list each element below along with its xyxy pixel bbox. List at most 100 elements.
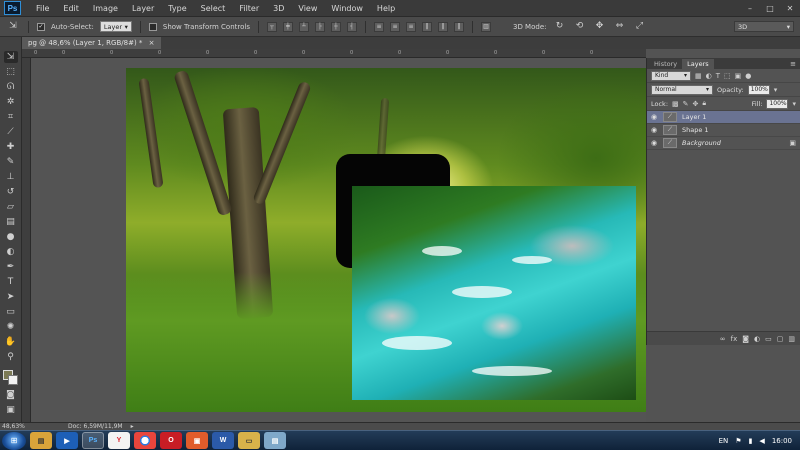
distribute-top-icon[interactable]: ≡ xyxy=(373,21,384,32)
distribute-right-icon[interactable]: ‖ xyxy=(453,21,464,32)
document-canvas[interactable] xyxy=(126,68,646,412)
add-mask-icon[interactable]: ◙ xyxy=(742,335,749,343)
color-swatches[interactable] xyxy=(2,370,19,386)
marquee-tool-icon[interactable]: ⬚ xyxy=(4,66,18,78)
lock-all-icon[interactable]: 🔒︎ xyxy=(702,99,706,108)
path-selection-tool-icon[interactable]: ➤ xyxy=(4,291,18,303)
eyedropper-tool-icon[interactable]: ⟋ xyxy=(4,126,18,138)
tab-layers[interactable]: Layers xyxy=(682,59,714,69)
photoshop-taskbar-icon[interactable]: Ps xyxy=(82,432,104,449)
auto-select-dropdown[interactable]: Layer ▾ xyxy=(99,21,132,32)
visibility-eye-icon[interactable]: ◉ xyxy=(649,113,659,121)
menu-layer[interactable]: Layer xyxy=(125,0,161,17)
zoom-level[interactable]: 48,63% xyxy=(0,423,28,430)
visibility-eye-icon[interactable]: ◉ xyxy=(649,139,659,147)
menu-help[interactable]: Help xyxy=(370,0,402,17)
clock[interactable]: 16:00 xyxy=(772,437,792,445)
distribute-bottom-icon[interactable]: ≡ xyxy=(405,21,416,32)
align-left-icon[interactable]: ├ xyxy=(314,21,325,32)
workspace-dropdown[interactable]: 3D ▾ xyxy=(734,21,794,32)
distribute-left-icon[interactable]: ‖ xyxy=(421,21,432,32)
filter-adjustment-icon[interactable]: ◐ xyxy=(706,72,712,80)
screen-mode-icon[interactable]: ▣ xyxy=(4,404,18,416)
filter-type-icon[interactable]: T xyxy=(716,72,720,80)
explorer-icon[interactable]: ▤ xyxy=(30,432,52,449)
media-player-icon[interactable]: ▶ xyxy=(56,432,78,449)
new-group-icon[interactable]: ▭ xyxy=(765,335,772,343)
menu-image[interactable]: Image xyxy=(86,0,125,17)
vertical-ruler[interactable] xyxy=(22,58,31,422)
auto-align-icon[interactable]: ▥ xyxy=(480,21,491,32)
type-tool-icon[interactable]: T xyxy=(4,276,18,288)
align-bottom-icon[interactable]: ┴ xyxy=(298,21,309,32)
menu-edit[interactable]: Edit xyxy=(56,0,86,17)
maximize-button[interactable]: □ xyxy=(760,0,780,17)
show-transform-checkbox[interactable] xyxy=(148,22,157,31)
menu-type[interactable]: Type xyxy=(161,0,193,17)
align-right-icon[interactable]: ┤ xyxy=(346,21,357,32)
minimize-button[interactable]: – xyxy=(740,0,760,17)
filter-pixel-icon[interactable]: ▦ xyxy=(695,72,702,80)
word-icon[interactable]: W xyxy=(212,432,234,449)
flag-icon[interactable]: ⚑ xyxy=(735,437,741,445)
link-layers-icon[interactable]: ∞ xyxy=(720,335,726,343)
3d-scale-icon[interactable]: ⤢ xyxy=(632,21,646,33)
filter-toggle-icon[interactable]: ● xyxy=(745,72,751,80)
filter-shape-icon[interactable]: ⬚ xyxy=(724,72,731,80)
language-indicator[interactable]: EN xyxy=(719,437,729,445)
blur-tool-icon[interactable]: ● xyxy=(4,231,18,243)
layer-row-background[interactable]: ◉ ⟋ Background ▣ xyxy=(647,137,800,150)
panel-menu-icon[interactable]: ≡ xyxy=(790,60,796,68)
document-size-info[interactable]: Doc: 6,59M/11,9M xyxy=(28,423,123,430)
3d-rotate-icon[interactable]: ↻ xyxy=(552,21,566,33)
dodge-tool-icon[interactable]: ◐ xyxy=(4,246,18,258)
layer-1-river-image[interactable] xyxy=(352,186,636,400)
move-tool-icon[interactable]: ⇲ xyxy=(3,51,18,63)
kind-filter-dropdown[interactable]: Kind ▾ xyxy=(651,70,691,81)
blend-mode-dropdown[interactable]: Normal ▾ xyxy=(651,84,713,95)
volume-icon[interactable]: ◀ xyxy=(759,437,764,445)
start-button-icon[interactable]: ⊞ xyxy=(2,431,26,450)
move-tool-preset-icon[interactable]: ⇲ xyxy=(6,21,20,33)
lock-transparent-icon[interactable]: ▩ xyxy=(672,100,679,108)
distribute-center-icon[interactable]: ‖ xyxy=(437,21,448,32)
3d-tool-icon[interactable]: ✺ xyxy=(4,321,18,333)
close-button[interactable]: ✕ xyxy=(780,0,800,17)
menu-file[interactable]: File xyxy=(29,0,56,17)
close-tab-icon[interactable]: × xyxy=(149,39,155,47)
status-menu-icon[interactable]: ▸ xyxy=(131,423,134,430)
shape-tool-icon[interactable]: ▭ xyxy=(4,306,18,318)
menu-view[interactable]: View xyxy=(291,0,324,17)
clone-stamp-tool-icon[interactable]: ⊥ xyxy=(4,171,18,183)
menu-select[interactable]: Select xyxy=(194,0,233,17)
background-color-swatch[interactable] xyxy=(7,375,18,385)
pen-tool-icon[interactable]: ✒ xyxy=(4,261,18,273)
opacity-slider-icon[interactable]: ▾ xyxy=(774,86,778,94)
new-layer-icon[interactable]: ▢ xyxy=(777,335,784,343)
history-brush-tool-icon[interactable]: ↺ xyxy=(4,186,18,198)
healing-brush-tool-icon[interactable]: ✚ xyxy=(4,141,18,153)
lock-position-icon[interactable]: ✥ xyxy=(693,100,699,108)
distribute-middle-icon[interactable]: ≡ xyxy=(389,21,400,32)
eraser-tool-icon[interactable]: ▱ xyxy=(4,201,18,213)
fill-slider-icon[interactable]: ▾ xyxy=(792,100,796,108)
3d-pan-icon[interactable]: ✥ xyxy=(592,21,606,33)
canvas-area[interactable] xyxy=(31,58,646,422)
menu-window[interactable]: Window xyxy=(324,0,370,17)
tab-history[interactable]: History xyxy=(649,59,682,69)
adjustment-layer-icon[interactable]: ◐ xyxy=(754,335,760,343)
folder-icon[interactable]: ▭ xyxy=(238,432,260,449)
menu-filter[interactable]: Filter xyxy=(232,0,266,17)
brush-tool-icon[interactable]: ✎ xyxy=(4,156,18,168)
quick-mask-icon[interactable]: ◙ xyxy=(4,389,18,401)
pdf-icon[interactable]: ▣ xyxy=(186,432,208,449)
3d-slide-icon[interactable]: ⇔ xyxy=(612,21,626,33)
crop-tool-icon[interactable]: ⌗ xyxy=(4,111,18,123)
auto-select-checkbox[interactable]: ✓ xyxy=(37,22,45,31)
layer-row-shape-1[interactable]: ◉ ⟋ Shape 1 xyxy=(647,124,800,137)
yandex-browser-icon[interactable]: Y xyxy=(108,432,130,449)
lock-image-icon[interactable]: ✎ xyxy=(683,100,689,108)
hand-tool-icon[interactable]: ✋ xyxy=(4,336,18,348)
filter-smart-object-icon[interactable]: ▣ xyxy=(735,72,742,80)
menu-3d[interactable]: 3D xyxy=(266,0,291,17)
